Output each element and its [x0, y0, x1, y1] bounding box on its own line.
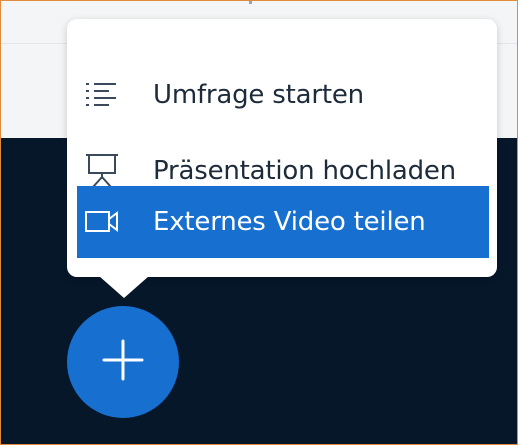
video-camera-icon: [85, 202, 133, 242]
presentation-icon: [85, 151, 133, 191]
menu-item-label: Externes Video teilen: [153, 207, 426, 237]
menu-item-label: Präsentation hochladen: [153, 156, 456, 186]
list-icon: [85, 75, 133, 115]
menu-item-share-external-video[interactable]: Externes Video teilen: [77, 186, 489, 258]
toolbar-indicator: [249, 1, 252, 4]
add-actions-button[interactable]: [67, 306, 179, 418]
plus-icon: [101, 338, 145, 386]
actions-menu: Umfrage starten Präsentation hochladen E…: [67, 19, 497, 277]
menu-item-start-poll[interactable]: Umfrage starten: [77, 59, 489, 131]
menu-item-label: Umfrage starten: [153, 80, 364, 110]
menu-pointer: [99, 276, 149, 298]
